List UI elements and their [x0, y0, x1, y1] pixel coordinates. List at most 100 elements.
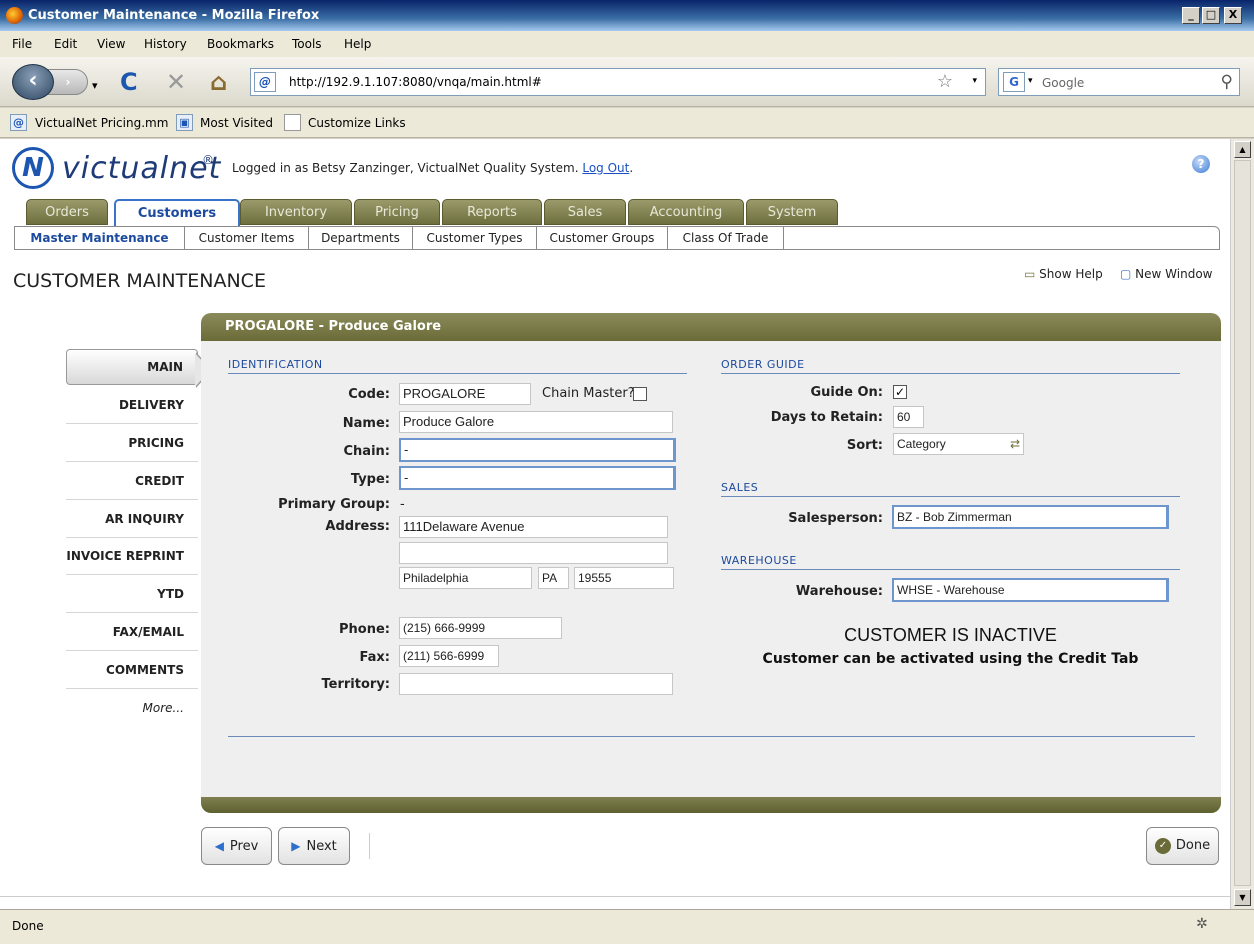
tab-sales[interactable]: Sales: [544, 199, 626, 225]
tab-accounting[interactable]: Accounting: [628, 199, 744, 225]
bookmark-victualnet-pricing[interactable]: VictualNet Pricing.mm: [35, 116, 168, 130]
code-field[interactable]: PROGALORE: [399, 383, 531, 405]
maximize-button[interactable]: □: [1202, 7, 1220, 24]
nav-invoice-reprint[interactable]: INVOICE REPRINT: [66, 537, 198, 575]
search-bar[interactable]: G ▾ Google ⚲: [998, 68, 1240, 96]
subtab-customer-types[interactable]: Customer Types: [413, 227, 537, 249]
tab-system[interactable]: System: [746, 199, 838, 225]
nav-main[interactable]: MAIN: [66, 349, 198, 385]
page-icon: [284, 114, 301, 131]
addon-icon[interactable]: ✲: [1196, 916, 1208, 932]
chain-master-checkbox[interactable]: [633, 387, 647, 401]
menu-bar: File Edit View History Bookmarks Tools H…: [0, 31, 1254, 57]
tab-pricing[interactable]: Pricing: [354, 199, 440, 225]
subtab-departments[interactable]: Departments: [309, 227, 413, 249]
minimize-button[interactable]: _: [1182, 7, 1200, 24]
bookmark-most-visited[interactable]: Most Visited: [200, 116, 273, 130]
address-line2-field[interactable]: [399, 542, 668, 564]
salesperson-select[interactable]: BZ - Bob Zimmerman: [892, 505, 1169, 529]
warehouse-select[interactable]: WHSE - Warehouse: [892, 578, 1169, 602]
days-to-retain-field[interactable]: 60: [893, 406, 924, 428]
subtab-customer-items[interactable]: Customer Items: [185, 227, 309, 249]
home-icon[interactable]: ⌂: [210, 69, 227, 95]
menu-view[interactable]: View: [97, 37, 125, 51]
next-label: Next: [306, 839, 337, 854]
nav-comments[interactable]: COMMENTS: [66, 651, 198, 689]
scroll-down-icon[interactable]: ▼: [1234, 889, 1251, 906]
state-field[interactable]: PA: [538, 567, 569, 589]
window-title: Customer Maintenance - Mozilla Firefox: [28, 8, 320, 23]
done-button[interactable]: ✓ Done: [1146, 827, 1219, 865]
show-help-link[interactable]: ▭ Show Help: [1024, 267, 1103, 281]
back-button[interactable]: ‹: [12, 64, 54, 100]
territory-label: Territory:: [321, 677, 390, 692]
reload-icon[interactable]: C: [120, 69, 138, 95]
url-dropdown-icon[interactable]: ▾: [972, 76, 977, 86]
next-button[interactable]: ▶ Next: [278, 827, 350, 865]
search-engine-dropdown-icon[interactable]: ▾: [1028, 76, 1033, 86]
search-placeholder[interactable]: Google: [1042, 76, 1084, 90]
status-text: Done: [12, 919, 44, 933]
chain-select[interactable]: -: [399, 438, 676, 462]
menu-bookmarks[interactable]: Bookmarks: [207, 37, 274, 51]
vertical-scrollbar[interactable]: ▲ ▼: [1230, 139, 1254, 909]
code-label: Code:: [348, 387, 390, 402]
search-icon[interactable]: ⚲: [1221, 72, 1233, 92]
sort-toggle-icon[interactable]: ⇄: [1010, 434, 1020, 454]
phone-field[interactable]: (215) 666-9999: [399, 617, 562, 639]
menu-edit[interactable]: Edit: [54, 37, 77, 51]
tab-orders[interactable]: Orders: [26, 199, 108, 225]
territory-field[interactable]: [399, 673, 673, 695]
done-label: Done: [1175, 838, 1211, 853]
menu-history[interactable]: History: [144, 37, 187, 51]
forward-button[interactable]: ›: [48, 69, 88, 95]
bookmark-star-icon[interactable]: ☆: [937, 71, 953, 92]
history-dropdown-icon[interactable]: ▾: [92, 73, 98, 99]
url-text[interactable]: http://192.9.1.107:8080/vnqa/main.html#: [289, 75, 542, 89]
logo-text: victualnet: [62, 151, 222, 186]
nav-credit[interactable]: CREDIT: [66, 462, 198, 500]
nav-ytd[interactable]: YTD: [66, 575, 198, 613]
close-window-button[interactable]: X: [1224, 7, 1242, 24]
bookmarks-toolbar: @ VictualNet Pricing.mm ▣ Most Visited C…: [0, 108, 1254, 138]
subtab-master-maintenance[interactable]: Master Maintenance: [15, 227, 185, 249]
tab-inventory[interactable]: Inventory: [240, 199, 352, 225]
scroll-up-icon[interactable]: ▲: [1234, 141, 1251, 158]
zip-field[interactable]: 19555: [574, 567, 674, 589]
address-line1-field[interactable]: 111Delaware Avenue: [399, 516, 668, 538]
type-label: Type:: [350, 472, 390, 487]
fax-field[interactable]: (211) 566-6999: [399, 645, 499, 667]
nav-fax-email[interactable]: FAX/EMAIL: [66, 613, 198, 651]
search-engine-icon[interactable]: G: [1003, 72, 1025, 92]
nav-pricing[interactable]: PRICING: [66, 424, 198, 462]
logged-in-text: Logged in as Betsy Zanzinger, VictualNet…: [232, 161, 579, 175]
bookmark-customize-links[interactable]: Customize Links: [308, 116, 406, 130]
type-select[interactable]: -: [399, 466, 676, 490]
nav-delivery[interactable]: DELIVERY: [66, 386, 198, 424]
subtab-customer-groups[interactable]: Customer Groups: [537, 227, 668, 249]
menu-file[interactable]: File: [12, 37, 32, 51]
sort-select[interactable]: Category ⇄: [893, 433, 1024, 455]
subtab-class-of-trade[interactable]: Class Of Trade: [668, 227, 784, 249]
new-window-link[interactable]: ▢ New Window: [1120, 267, 1212, 281]
stop-icon[interactable]: ✕: [166, 69, 186, 95]
tab-customers[interactable]: Customers: [114, 199, 240, 226]
prev-button[interactable]: ◀ Prev: [201, 827, 272, 865]
guide-on-checkbox[interactable]: ✓: [893, 385, 907, 399]
name-field[interactable]: Produce Galore: [399, 411, 673, 433]
url-bar[interactable]: @ http://192.9.1.107:8080/vnqa/main.html…: [250, 68, 986, 96]
logout-suffix: .: [629, 161, 634, 175]
menu-tools[interactable]: Tools: [292, 37, 322, 51]
sub-tabs: Master Maintenance Customer Items Depart…: [14, 226, 1220, 250]
city-field[interactable]: Philadelphia: [399, 567, 532, 589]
button-separator: [369, 833, 370, 859]
scroll-thumb[interactable]: [1234, 160, 1251, 886]
help-icon[interactable]: ?: [1192, 155, 1210, 173]
nav-more[interactable]: More...: [66, 689, 198, 727]
nav-ar-inquiry[interactable]: AR INQUIRY: [66, 500, 198, 538]
chain-master-label: Chain Master?: [542, 386, 635, 401]
site-identity-icon[interactable]: @: [254, 72, 276, 92]
tab-reports[interactable]: Reports: [442, 199, 542, 225]
logout-link[interactable]: Log Out: [582, 161, 629, 175]
menu-help[interactable]: Help: [344, 37, 371, 51]
